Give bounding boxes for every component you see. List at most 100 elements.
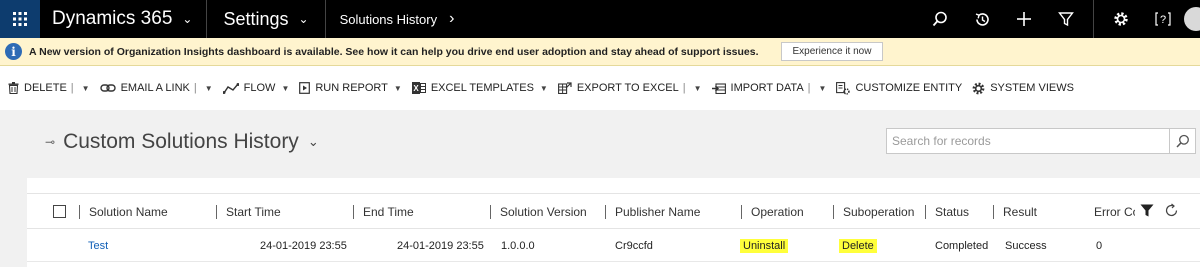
start-time-cell: 24-01-2019 23:55 [260, 239, 347, 252]
command-label: EMAIL A LINK [120, 82, 190, 94]
column-label: Start Time [226, 205, 281, 219]
publisher-name-cell: Cr9ccfd [615, 239, 653, 252]
grid-header: Solution Name Start Time End Time Soluti… [27, 193, 1200, 229]
filter-icon [1058, 12, 1074, 27]
page-title: Custom Solutions History [63, 130, 299, 153]
customize-entity-button[interactable]: CUSTOMIZE ENTITY [836, 81, 963, 95]
app-name: Dynamics 365 [52, 8, 173, 29]
advanced-find-button[interactable] [1045, 0, 1087, 38]
column-label: Solution Name [89, 205, 168, 219]
excel-templates-button[interactable]: X EXCEL TEMPLATES ▼ [411, 82, 548, 94]
search-icon [932, 11, 947, 27]
chevron-down-icon: ⌄ [298, 12, 309, 26]
gear-icon [1114, 12, 1128, 26]
divider [925, 205, 926, 219]
experience-it-now-button[interactable]: Experience it now [780, 42, 884, 61]
create-button[interactable] [1003, 0, 1045, 38]
chevron-down-icon: ⌄ [307, 134, 319, 149]
notification-bar: i A New version of Organization Insights… [0, 38, 1200, 66]
search-box [886, 128, 1196, 154]
column-header-operation[interactable]: Operation [741, 194, 804, 230]
export-to-excel-button[interactable]: EXPORT TO EXCEL | ▼ [557, 82, 702, 94]
solution-version-cell: 1.0.0.0 [501, 239, 535, 252]
app-switcher[interactable]: Dynamics 365 ⌄ [40, 0, 208, 38]
highlighted-suboperation: Delete [839, 238, 877, 253]
divider: | [682, 82, 686, 94]
divider [741, 205, 742, 219]
column-header-error-code[interactable]: Error Co [1085, 194, 1135, 230]
chevron-down-icon[interactable]: ▼ [819, 84, 827, 93]
email-a-link-button[interactable]: EMAIL A LINK | ▼ [99, 82, 213, 94]
chevron-down-icon[interactable]: ▼ [82, 84, 90, 93]
command-label: CUSTOMIZE ENTITY [855, 82, 963, 94]
flow-button[interactable]: FLOW ▼ [222, 82, 290, 94]
search-button[interactable] [919, 0, 961, 38]
excel-icon: X [411, 82, 426, 94]
column-label: Operation [751, 205, 804, 219]
recent-button[interactable] [961, 0, 1003, 38]
command-label: RUN REPORT [315, 82, 388, 94]
export-excel-icon [557, 82, 572, 94]
column-header-suboperation[interactable]: Suboperation [833, 194, 914, 230]
chevron-right-icon: › [449, 10, 455, 27]
command-label: IMPORT DATA [730, 82, 804, 94]
pin-icon[interactable]: ⊸ [45, 135, 55, 149]
subarea-name: Solutions History [339, 11, 438, 27]
gear-icon [972, 82, 985, 94]
chevron-down-icon: ▼ [393, 83, 402, 93]
view-selector[interactable]: ⊸ Custom Solutions History ⌄ [45, 130, 319, 154]
import-icon [711, 83, 726, 94]
chevron-down-icon[interactable]: ▼ [205, 84, 213, 93]
divider [79, 205, 80, 219]
column-header-solution-version[interactable]: Solution Version [490, 194, 587, 230]
column-header-start-time[interactable]: Start Time [216, 194, 281, 230]
run-report-button[interactable]: RUN REPORT ▼ [299, 82, 402, 94]
help-icon: ? [1155, 12, 1171, 26]
column-header-result[interactable]: Result [993, 194, 1037, 230]
divider [993, 205, 994, 219]
notification-text: A New version of Organization Insights d… [29, 45, 759, 58]
trash-icon [8, 82, 19, 94]
filter-icon[interactable] [1140, 204, 1154, 217]
info-icon: i [5, 43, 22, 60]
subarea-breadcrumb[interactable]: Solutions History › [326, 0, 469, 38]
topbar-actions: ? [919, 0, 1200, 38]
help-button[interactable]: ? [1142, 0, 1184, 38]
divider [605, 205, 606, 219]
suboperation-cell: Delete [839, 229, 877, 262]
highlighted-operation: Uninstall [740, 238, 789, 253]
import-data-button[interactable]: IMPORT DATA | ▼ [711, 82, 827, 94]
column-header-end-time[interactable]: End Time [353, 194, 414, 230]
command-label: DELETE [24, 82, 67, 94]
column-label: Solution Version [500, 205, 587, 219]
area-switcher[interactable]: Settings ⌄ [207, 0, 326, 38]
plus-icon [1017, 12, 1031, 26]
column-label: End Time [363, 205, 414, 219]
table-row[interactable]: Test 24-01-2019 23:55 24-01-2019 23:55 1… [27, 229, 1200, 262]
column-header-solution-name[interactable]: Solution Name [79, 194, 168, 230]
chevron-down-icon[interactable]: ▼ [694, 84, 702, 93]
error-code-cell: 0 [1096, 239, 1103, 252]
chevron-down-icon: ▼ [281, 83, 290, 93]
svg-text:?: ? [1160, 14, 1166, 26]
command-label: SYSTEM VIEWS [990, 82, 1074, 94]
column-header-status[interactable]: Status [925, 194, 969, 230]
column-header-publisher-name[interactable]: Publisher Name [605, 194, 700, 230]
divider: | [70, 82, 74, 94]
chevron-down-icon: ▼ [539, 83, 548, 93]
solution-name-link[interactable]: Test [88, 229, 108, 262]
refresh-icon[interactable] [1164, 203, 1179, 218]
column-label: Status [935, 205, 970, 219]
settings-button[interactable] [1100, 0, 1142, 38]
divider [353, 205, 354, 219]
select-all-checkbox[interactable] [53, 205, 66, 218]
avatar[interactable] [1184, 7, 1200, 31]
top-navigation-bar: Dynamics 365 ⌄ Settings ⌄ Solutions Hist… [0, 0, 1200, 38]
divider: | [807, 82, 811, 94]
delete-button[interactable]: DELETE | ▼ [8, 82, 90, 94]
search-button[interactable] [1170, 128, 1196, 154]
app-launcher-button[interactable] [0, 0, 40, 38]
system-views-button[interactable]: SYSTEM VIEWS [972, 82, 1074, 95]
search-input[interactable] [886, 128, 1170, 154]
status-cell: Completed [935, 239, 989, 252]
